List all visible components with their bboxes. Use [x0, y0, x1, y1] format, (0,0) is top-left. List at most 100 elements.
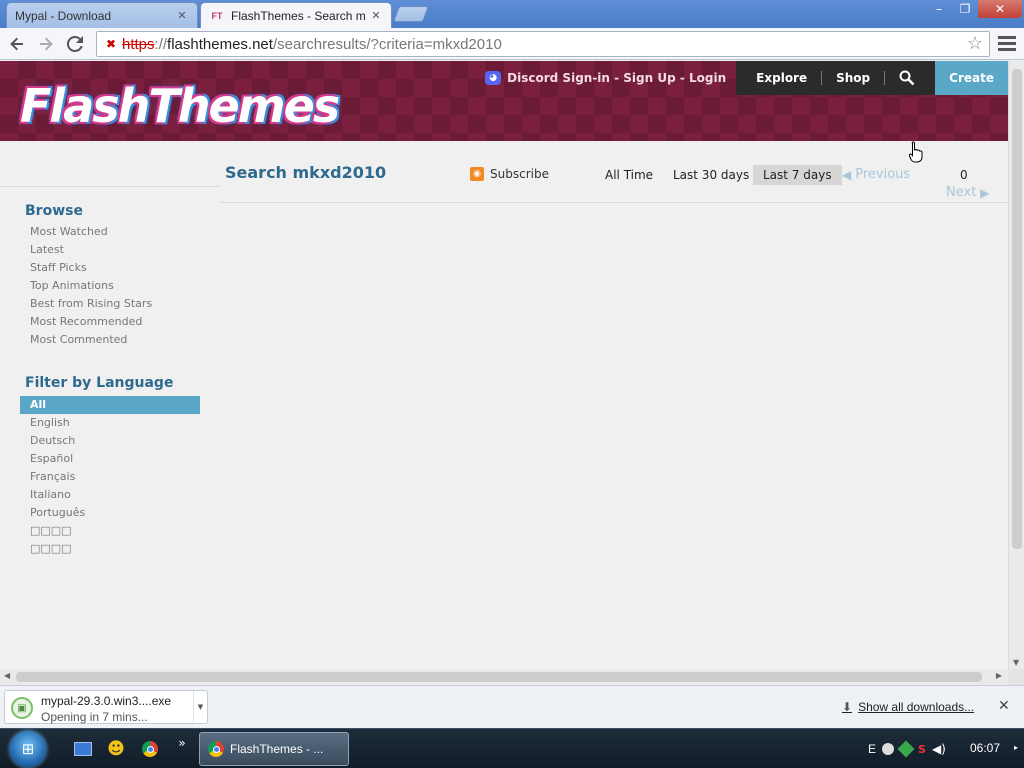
start-button[interactable]: ⊞ [10, 731, 46, 767]
browse-list: Most Watched Latest Staff Picks Top Anim… [20, 223, 200, 349]
bookmark-star-icon[interactable]: ☆ [967, 33, 983, 54]
download-item[interactable]: ▣ mypal-29.3.0.win3....exe Opening in 7 … [4, 690, 208, 724]
show-desktop-icon[interactable] [74, 742, 92, 756]
taskbar-clock[interactable]: 06:07 [970, 741, 1000, 755]
scroll-down-arrow-icon[interactable]: ▼ [1013, 658, 1019, 667]
language-item-unrendered-1[interactable]: □□□□ [20, 522, 200, 540]
divider [220, 202, 1008, 203]
range-tab-last-7-days[interactable]: Last 7 days [753, 165, 842, 185]
language-item-espanol[interactable]: Español [20, 450, 200, 468]
horizontal-scroll-thumb[interactable] [16, 672, 982, 682]
scroll-corner [1008, 669, 1024, 685]
nav-shop[interactable]: Shop [822, 71, 884, 85]
download-status: Opening in 7 mins... [41, 710, 148, 724]
messenger-smiley-icon[interactable]: ☻ [106, 739, 126, 759]
browser-toolbar: ✖ https://flashthemes.net/searchresults/… [0, 28, 1024, 60]
horizontal-scrollbar[interactable]: ◀ ▶ [0, 669, 1008, 685]
browse-item-most-commented[interactable]: Most Commented [20, 331, 200, 349]
quicklaunch-overflow-icon[interactable]: » [172, 733, 192, 753]
tab-mypal-download[interactable]: Mypal - Download ✕ [6, 2, 198, 28]
previous-page-link[interactable]: ◀ Previous [842, 167, 910, 182]
page-content: Browse Most Watched Latest Staff Picks T… [0, 141, 1008, 633]
system-tray: E S ◀) [868, 729, 954, 768]
chrome-icon [208, 741, 224, 757]
search-icon[interactable] [885, 70, 929, 86]
range-tab-all-time[interactable]: All Time [595, 165, 663, 185]
language-item-francais[interactable]: Français [20, 468, 200, 486]
forward-arrow-icon[interactable] [34, 32, 58, 56]
next-label: Next [946, 185, 977, 200]
chrome-quicklaunch-icon[interactable] [140, 739, 160, 759]
installer-file-icon: ▣ [11, 697, 33, 719]
language-item-portugues[interactable]: Português [20, 504, 200, 522]
new-tab-button[interactable] [393, 6, 429, 22]
page-title: Search mkxd2010 [225, 163, 387, 182]
tab-close-icon[interactable]: ✕ [175, 9, 189, 22]
windows-taskbar: ⊞ ☻ » FlashThemes - ... E S ◀) 06:07 ▸ [0, 728, 1024, 768]
discord-signin-link[interactable]: ◕ Discord Sign-in - Sign Up - Login [475, 61, 736, 95]
tab-close-icon[interactable]: ✕ [369, 9, 383, 22]
nav-explore[interactable]: Explore [742, 71, 821, 85]
scroll-left-arrow-icon[interactable]: ◀ [4, 671, 10, 680]
next-arrow-icon: ▶ [980, 185, 990, 200]
show-all-downloads-label: Show all downloads... [858, 700, 975, 714]
flashthemes-favicon-icon: FT [211, 10, 223, 21]
range-tab-last-30-days[interactable]: Last 30 days [663, 165, 759, 185]
close-icon[interactable]: ✕ [998, 698, 1010, 714]
browser-menu-icon[interactable] [998, 34, 1016, 52]
tab-flashthemes-search[interactable]: FT FlashThemes - Search m ✕ [200, 2, 392, 28]
url-host: flashthemes.net [167, 35, 273, 53]
browse-heading: Browse [25, 203, 83, 219]
page-viewport: FlashThemes ◕ Discord Sign-in - Sign Up … [0, 61, 1008, 669]
discord-icon: ◕ [485, 71, 502, 85]
show-all-downloads-link[interactable]: ⬇ Show all downloads... [842, 700, 974, 714]
maximize-button[interactable]: ❐ [952, 0, 978, 18]
language-item-english[interactable]: English [20, 414, 200, 432]
taskbar-chrome-window[interactable]: FlashThemes - ... [199, 732, 349, 766]
vertical-scroll-thumb[interactable] [1012, 69, 1022, 549]
broken-lock-icon[interactable]: ✖ [103, 36, 119, 52]
sidebar: Browse Most Watched Latest Staff Picks T… [0, 141, 220, 633]
discord-signin-label: Discord Sign-in - Sign Up - Login [507, 71, 727, 85]
subscribe-link[interactable]: ◉ Subscribe [470, 167, 549, 181]
url-scheme: https [122, 35, 155, 53]
url-path: /searchresults/?criteria=mkxd2010 [272, 35, 502, 53]
browse-item-rising-stars[interactable]: Best from Rising Stars [20, 295, 200, 313]
tray-language-indicator[interactable]: E [868, 742, 876, 756]
vertical-scrollbar[interactable]: ▼ [1008, 61, 1024, 669]
language-item-unrendered-2[interactable]: □□□□ [20, 540, 200, 558]
tray-volume-icon[interactable]: ◀) [932, 742, 946, 756]
download-menu-chevron-icon[interactable]: ▼ [193, 691, 207, 723]
tray-security-icon[interactable] [897, 740, 915, 758]
search-results-main: Search mkxd2010 ◉ Subscribe All Time Las… [220, 141, 1008, 633]
download-filename: mypal-29.3.0.win3....exe [41, 694, 172, 708]
language-item-all[interactable]: All [20, 396, 200, 414]
next-page-link[interactable]: Next ▶ [946, 185, 990, 200]
tray-expand-icon[interactable]: ▸ [1014, 743, 1018, 752]
create-button[interactable]: Create [935, 61, 1008, 95]
window-close-button[interactable]: ✕ [978, 0, 1022, 18]
previous-label: Previous [855, 167, 911, 182]
browse-item-most-recommended[interactable]: Most Recommended [20, 313, 200, 331]
tray-app-icon[interactable]: S [918, 743, 926, 756]
browse-item-latest[interactable]: Latest [20, 241, 200, 259]
subscribe-label: Subscribe [490, 167, 549, 181]
sidebar-top-panel [0, 141, 220, 187]
address-bar[interactable]: ✖ https://flashthemes.net/searchresults/… [96, 31, 990, 57]
previous-arrow-icon: ◀ [842, 167, 852, 182]
language-item-italiano[interactable]: Italiano [20, 486, 200, 504]
browse-item-staff-picks[interactable]: Staff Picks [20, 259, 200, 277]
minimize-button[interactable]: – [926, 0, 952, 18]
scroll-right-arrow-icon[interactable]: ▶ [996, 671, 1002, 680]
results-count: 0 [960, 168, 968, 182]
back-arrow-icon[interactable] [5, 32, 29, 56]
browse-item-most-watched[interactable]: Most Watched [20, 223, 200, 241]
reload-icon[interactable] [63, 32, 87, 56]
screen: Mypal - Download ✕ FT FlashThemes - Sear… [0, 0, 1024, 768]
hand-cursor-icon [909, 141, 923, 163]
browse-item-top-animations[interactable]: Top Animations [20, 277, 200, 295]
download-arrow-icon: ⬇ [842, 700, 853, 714]
tray-network-icon[interactable] [882, 743, 895, 755]
language-item-deutsch[interactable]: Deutsch [20, 432, 200, 450]
flashthemes-logo[interactable]: FlashThemes [20, 79, 340, 133]
